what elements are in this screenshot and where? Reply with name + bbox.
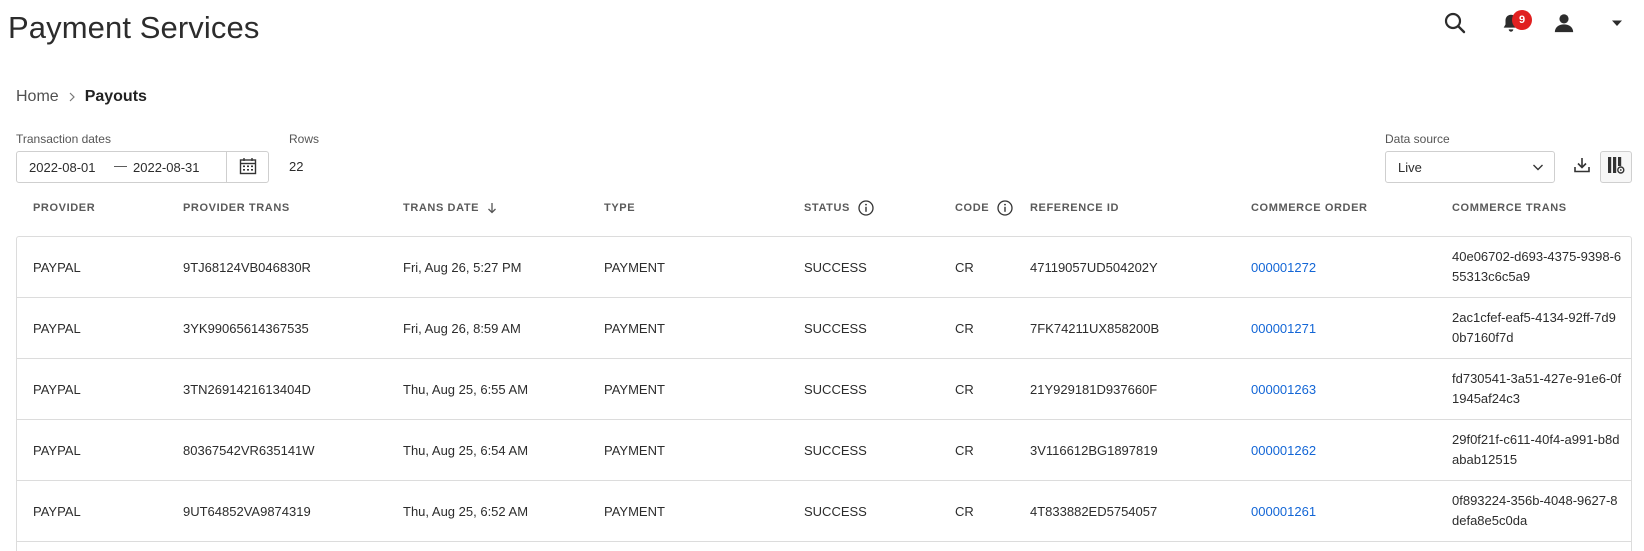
cell-provider-trans: 9TJ68124VB046830R	[183, 259, 311, 275]
chevron-right-icon	[67, 92, 77, 102]
cell-reference-id: 3V116612BG1897819	[1030, 442, 1158, 458]
cell-code: CR	[955, 442, 974, 458]
column-header-provider-trans[interactable]: PROVIDER TRANS	[183, 196, 290, 220]
cell-code: CR	[955, 381, 974, 397]
cell-trans-date: Thu, Aug 25, 6:52 AM	[403, 503, 529, 519]
column-header-trans-date[interactable]: TRANS DATE	[403, 196, 497, 220]
date-separator: —	[114, 158, 127, 173]
columns-icon	[1607, 156, 1625, 179]
cell-provider-trans: 3TN2691421613404D	[183, 381, 311, 397]
info-icon[interactable]	[858, 200, 874, 216]
cell-type: PAYMENT	[604, 259, 665, 275]
cell-status: SUCCESS	[804, 442, 867, 458]
column-header-reference-id[interactable]: REFERENCE ID	[1030, 196, 1119, 220]
cell-commerce-trans: 40e06702-d693-4375-9398-655313c6c5a9	[1452, 249, 1622, 284]
info-icon[interactable]	[997, 200, 1013, 216]
cell-status: SUCCESS	[804, 320, 867, 336]
table-row[interactable]: PAYPAL 3YK99065614367535 Fri, Aug 26, 8:…	[17, 298, 1631, 359]
cell-status: SUCCESS	[804, 381, 867, 397]
cell-commerce-trans: 29f0f21f-c611-40f4-a991-b8dabab12515	[1452, 432, 1620, 467]
cell-reference-id: 4T833882ED5754057	[1030, 503, 1158, 519]
cell-commerce-trans: 2ac1cfef-eaf5-4134-92ff-7d90b7160f7d	[1452, 310, 1616, 345]
column-header-commerce-trans[interactable]: COMMERCE TRANS	[1452, 196, 1567, 220]
data-source-value: Live	[1398, 160, 1422, 175]
cell-provider: PAYPAL	[33, 320, 81, 336]
sort-arrow-down-icon	[487, 202, 497, 214]
cell-reference-id: 7FK74211UX858200B	[1030, 320, 1160, 336]
table-row[interactable]: PAYPAL 9UT64852VA9874319 Thu, Aug 25, 6:…	[17, 481, 1631, 542]
breadcrumb: Home Payouts	[16, 88, 147, 106]
table-row[interactable]: PAYPAL 80367542VR635141W Thu, Aug 25, 6:…	[17, 420, 1631, 481]
cell-provider: PAYPAL	[33, 503, 81, 519]
cell-provider: PAYPAL	[33, 381, 81, 397]
data-source-select[interactable]: Live	[1385, 151, 1555, 183]
column-header-provider[interactable]: PROVIDER	[33, 196, 95, 220]
date-range-picker[interactable]: 2022-08-01 — 2022-08-31	[16, 151, 269, 183]
cell-type: PAYMENT	[604, 320, 665, 336]
top-toolbar: 9	[1424, 8, 1644, 38]
cell-status: SUCCESS	[804, 259, 867, 275]
column-header-code[interactable]: CODE	[955, 196, 1013, 220]
commerce-order-link[interactable]: 000001261	[1251, 481, 1316, 541]
table-row[interactable]: PAYPAL 9TJ68124VB046830R Fri, Aug 26, 5:…	[17, 237, 1631, 298]
column-header-type[interactable]: TYPE	[604, 196, 635, 220]
caret-down-icon[interactable]	[1602, 8, 1632, 38]
cell-code: CR	[955, 259, 974, 275]
commerce-order-link[interactable]: 000001262	[1251, 420, 1316, 480]
download-icon	[1573, 156, 1591, 179]
data-source-label: Data source	[1385, 132, 1450, 146]
search-icon[interactable]	[1440, 8, 1470, 38]
commerce-order-link[interactable]: 000001271	[1251, 298, 1316, 358]
date-from-input[interactable]: 2022-08-01	[29, 160, 96, 175]
page-title: Payment Services	[8, 10, 260, 45]
breadcrumb-current: Payouts	[84, 88, 147, 105]
chevron-down-icon	[1532, 161, 1544, 176]
table-row[interactable]: PAYPAL 3TN2691421613404D Thu, Aug 25, 6:…	[17, 359, 1631, 420]
download-button[interactable]	[1566, 151, 1598, 183]
calendar-icon	[239, 157, 257, 178]
calendar-button[interactable]	[226, 152, 268, 182]
cell-trans-date: Fri, Aug 26, 8:59 AM	[403, 320, 521, 336]
cell-type: PAYMENT	[604, 503, 665, 519]
cell-provider-trans: 9UT64852VA9874319	[183, 503, 311, 519]
transaction-dates-label: Transaction dates	[16, 132, 111, 146]
cell-trans-date: Fri, Aug 26, 5:27 PM	[403, 259, 522, 275]
commerce-order-link[interactable]: 000001272	[1251, 237, 1316, 297]
cell-provider: PAYPAL	[33, 259, 81, 275]
column-header-commerce-order[interactable]: COMMERCE ORDER	[1251, 196, 1368, 220]
breadcrumb-home-link[interactable]: Home	[16, 88, 59, 106]
cell-trans-date: Thu, Aug 25, 6:54 AM	[403, 442, 529, 458]
cell-status: SUCCESS	[804, 503, 867, 519]
cell-reference-id: 47119057UD504202Y	[1030, 259, 1158, 275]
rows-label: Rows	[289, 132, 320, 146]
cell-type: PAYMENT	[604, 442, 665, 458]
cell-code: CR	[955, 320, 974, 336]
rows-value: 22	[289, 159, 304, 174]
cell-commerce-trans: 0f893224-356b-4048-9627-8defa8e5c0da	[1452, 493, 1618, 528]
cell-provider-trans: 80367542VR635141W	[183, 442, 315, 458]
column-settings-button[interactable]	[1600, 151, 1632, 183]
date-to-input[interactable]: 2022-08-31	[133, 160, 200, 175]
cell-provider: PAYPAL	[33, 442, 81, 458]
cell-reference-id: 21Y929181D937660F	[1030, 381, 1158, 397]
payouts-table: PAYPAL 9TJ68124VB046830R Fri, Aug 26, 5:…	[16, 236, 1632, 551]
column-header-status[interactable]: STATUS	[804, 196, 874, 220]
user-icon[interactable]	[1549, 8, 1579, 38]
cell-type: PAYMENT	[604, 381, 665, 397]
cell-trans-date: Thu, Aug 25, 6:55 AM	[403, 381, 529, 397]
commerce-order-link[interactable]: 000001263	[1251, 359, 1316, 419]
notification-badge: 9	[1512, 10, 1532, 30]
cell-provider-trans: 3YK99065614367535	[183, 320, 309, 336]
table-header: PROVIDER PROVIDER TRANS TRANS DATE TYPE …	[16, 196, 1632, 220]
cell-code: CR	[955, 503, 974, 519]
cell-commerce-trans: fd730541-3a51-427e-91e6-0f1945af24c3	[1452, 371, 1622, 406]
